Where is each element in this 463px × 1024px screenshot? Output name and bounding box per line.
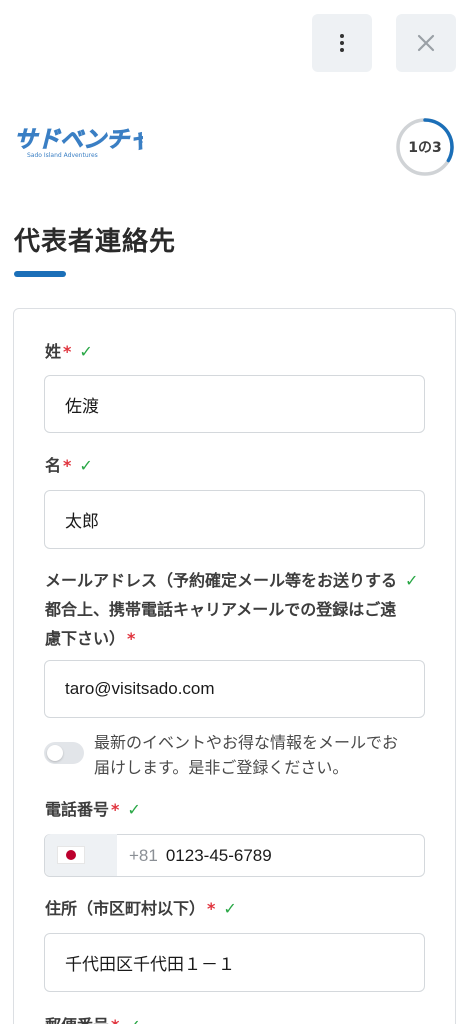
close-icon	[417, 34, 435, 52]
check-icon: ✓	[79, 456, 93, 475]
close-button[interactable]	[396, 14, 456, 72]
country-selector[interactable]	[45, 834, 117, 876]
japan-flag-icon	[57, 846, 85, 864]
step-progress: 1の3	[395, 117, 455, 177]
required-marker: *	[111, 1016, 119, 1024]
phone-label: 電話番号 * ✓	[45, 800, 141, 819]
first-name-label: 名 * ✓	[45, 456, 93, 475]
page-title: 代表者連絡先	[14, 227, 177, 257]
required-marker: *	[63, 342, 72, 361]
check-icon: ✓	[405, 571, 419, 590]
title-underline	[14, 271, 66, 277]
last-name-input[interactable]: 佐渡	[44, 375, 425, 433]
check-icon: ✓	[127, 800, 141, 819]
check-icon: ✓	[127, 1016, 140, 1024]
newsletter-label: 最新のイベントやお得な情報をメールでお 届けします。是非ご登録ください。	[94, 733, 399, 777]
required-marker: *	[127, 629, 136, 648]
check-icon: ✓	[223, 899, 237, 918]
country-code: +81	[129, 845, 158, 865]
required-marker: *	[63, 456, 72, 475]
first-name-input[interactable]: 太郎	[44, 490, 425, 549]
postal-label: 郵便番号*✓	[45, 1011, 141, 1024]
last-name-label: 姓 * ✓	[45, 342, 93, 361]
email-input[interactable]: taro@visitsado.com	[44, 660, 425, 718]
required-marker: *	[111, 800, 120, 819]
brand-logo: サドベンチャー! Sado Island Adventures	[14, 127, 143, 159]
check-icon: ✓	[79, 342, 93, 361]
logo-main-text: サドベンチャー!	[14, 127, 143, 153]
more-options-button[interactable]	[312, 14, 372, 72]
address-label: 住所（市区町村以下） * ✓	[45, 899, 237, 918]
address-input[interactable]: 千代田区千代田１－１	[44, 933, 425, 992]
email-label: メールアドレス（予約確定メール等をお送りする ✓ 都合上、携帯電話キャリアメールで…	[45, 571, 419, 648]
more-vertical-icon	[340, 34, 344, 52]
required-marker: *	[207, 899, 216, 918]
progress-label: 1の3	[408, 140, 442, 156]
toggle-knob	[47, 745, 63, 761]
newsletter-toggle[interactable]	[44, 742, 84, 764]
logo-sub-text: Sado Island Adventures	[27, 152, 98, 159]
